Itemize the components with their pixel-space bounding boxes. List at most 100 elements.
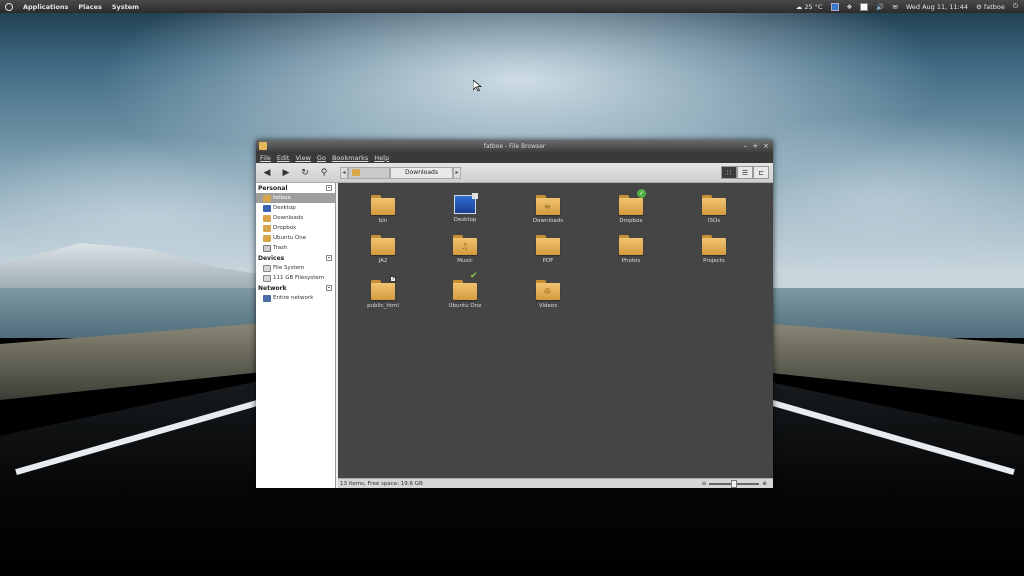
ubuntu-logo-icon[interactable] (5, 2, 13, 11)
file-item-isos[interactable]: ISOs (684, 195, 744, 224)
statusbar: 13 items, Free space: 19.6 GB ⊖ ⊕ (338, 478, 773, 488)
collapse-icon[interactable]: – (326, 285, 332, 291)
panel-menu: Applications Places System (0, 2, 139, 11)
sidebar-item-downloads[interactable]: Downloads (256, 213, 335, 223)
file-item-ja2[interactable]: JA2 (353, 235, 413, 264)
file-item-desktop[interactable]: Desktop (435, 193, 495, 223)
clock[interactable]: Wed Aug 11, 11:44 (906, 3, 968, 11)
reload-button[interactable]: ↻ (298, 166, 312, 180)
sidebar-section-personal[interactable]: Personal – (256, 183, 335, 193)
list-view-button[interactable]: ☰ (737, 166, 753, 179)
collapse-icon[interactable]: – (326, 185, 332, 191)
folder-icon: ✓ (619, 189, 646, 215)
forward-button[interactable]: ▶ (279, 166, 293, 180)
file-item-dropbox[interactable]: ✓ Dropbox (601, 189, 661, 224)
sidebar-section-network[interactable]: Network – (256, 283, 335, 293)
file-item-music[interactable]: ♫ Music (435, 235, 495, 264)
file-item-bin[interactable]: bin (353, 195, 413, 224)
section-label: Devices (258, 254, 285, 262)
file-item-downloads[interactable]: ≡ Downloads (518, 195, 578, 224)
file-item-pdf[interactable]: PDF (518, 235, 578, 264)
sidebar-item-desktop[interactable]: Desktop (256, 203, 335, 213)
folder-icon (263, 214, 271, 222)
ubuntu-one-tray-icon[interactable] (860, 2, 869, 11)
zoom-out-icon[interactable]: ⊖ (702, 481, 707, 487)
file-item-projects[interactable]: Projects (684, 235, 744, 264)
sidebar-item-label: fatboe (273, 195, 291, 201)
folder-videos-icon: ✇ (536, 280, 560, 300)
folder-icon (702, 195, 726, 215)
sidebar-item-trash[interactable]: Trash (256, 243, 335, 253)
sidebar-section-devices[interactable]: Devices – (256, 253, 335, 263)
back-button[interactable]: ◀ (260, 166, 274, 180)
file-item-public-html[interactable]: ↗ public_html (353, 276, 413, 309)
crumb-downloads[interactable]: Downloads (390, 166, 453, 179)
maximize-button[interactable]: + (752, 142, 758, 150)
music-emblem-icon: ♫ (461, 242, 469, 251)
sidebar-item-111gb-filesystem[interactable]: 111 GB Filesystem (256, 273, 335, 283)
file-label: bin (378, 218, 388, 224)
icon-view-button[interactable]: ∷ (721, 166, 737, 179)
mouse-cursor-icon (473, 80, 482, 92)
places-sidebar: Personal – fatboe Desktop Downloads Drop… (256, 183, 336, 488)
sidebar-item-label: Ubuntu One (273, 235, 307, 241)
minimize-button[interactable]: – (744, 142, 748, 150)
icon-view[interactable]: bin Desktop ≡ Downloads ✓ Dropbox ISOs J… (338, 183, 773, 478)
menu-edit[interactable]: Edit (277, 154, 290, 162)
trash-icon (263, 244, 271, 252)
zoom-in-icon[interactable]: ⊕ (762, 481, 767, 487)
system-menu[interactable]: System (112, 3, 139, 11)
user-icon: ⚙ (976, 2, 982, 11)
search-icon: ⚲ (320, 167, 328, 178)
sidebar-item-dropbox[interactable]: Dropbox (256, 223, 335, 233)
menu-go[interactable]: Go (317, 154, 326, 162)
path-scroll-right-button[interactable]: ▸ (452, 166, 461, 179)
file-label: Videos (538, 303, 558, 309)
file-item-ubuntu-one[interactable]: ✔ Ubuntu One (435, 271, 495, 309)
status-text: 13 items, Free space: 19.6 GB (340, 480, 423, 487)
mail-icon[interactable]: ✉ (892, 3, 897, 11)
file-label: ISOs (707, 218, 721, 224)
app-tray-icon[interactable] (830, 2, 839, 11)
file-item-videos[interactable]: ✇ Videos (518, 280, 578, 309)
folder-app-icon[interactable] (259, 142, 267, 150)
window-titlebar[interactable]: fatboe - File Browser – + × (256, 140, 773, 152)
sidebar-item-entire-network[interactable]: Entire network (256, 293, 335, 303)
dropbox-tray-icon[interactable]: ❖ (847, 3, 853, 11)
search-button[interactable]: ⚲ (317, 166, 331, 180)
file-label: Desktop (453, 217, 477, 223)
panel-tray: ☁ 25 °C ❖ 🔊 ✉ Wed Aug 11, 11:44 ⚙ fatboe… (796, 2, 1024, 11)
menu-file[interactable]: File (260, 154, 271, 162)
desktop-icon (454, 193, 478, 214)
power-icon[interactable]: ⏻ (1013, 2, 1018, 11)
username-label: fatboe (983, 2, 1005, 11)
check-icon: ✔ (470, 271, 478, 281)
menu-view[interactable]: View (295, 154, 310, 162)
temperature-label: 25 °C (804, 2, 823, 11)
path-scroll-left-button[interactable]: ◂ (340, 166, 348, 179)
file-label: JA2 (378, 258, 388, 264)
sidebar-item-ubuntu-one[interactable]: Ubuntu One (256, 233, 335, 243)
weather-indicator[interactable]: ☁ 25 °C (796, 3, 823, 11)
user-menu[interactable]: ⚙ fatboe (976, 3, 1005, 11)
applications-menu[interactable]: Applications (23, 3, 68, 11)
folder-icon: ↗ (371, 276, 396, 300)
crumb-home[interactable] (348, 166, 390, 179)
collapse-icon[interactable]: – (326, 255, 332, 261)
menu-help[interactable]: Help (374, 154, 389, 162)
close-button[interactable]: × (763, 142, 769, 150)
places-menu[interactable]: Places (78, 3, 102, 11)
volume-icon[interactable]: 🔊 (876, 3, 884, 11)
sidebar-item-home[interactable]: fatboe (256, 193, 335, 203)
file-item-photos[interactable]: Photos (601, 235, 661, 264)
file-label: public_html (367, 303, 399, 309)
menu-bookmarks[interactable]: Bookmarks (332, 154, 368, 162)
sidebar-item-file-system[interactable]: File System (256, 263, 335, 273)
home-folder-icon (263, 194, 271, 202)
compact-view-button[interactable]: ⊏ (753, 166, 769, 179)
zoom-slider[interactable] (709, 479, 760, 488)
zoom-slider-handle[interactable] (731, 479, 738, 488)
sidebar-item-label: Dropbox (273, 225, 297, 231)
folder-downloads-icon: ≡ (536, 195, 560, 215)
zoom-control: ⊖ ⊕ (702, 479, 773, 488)
